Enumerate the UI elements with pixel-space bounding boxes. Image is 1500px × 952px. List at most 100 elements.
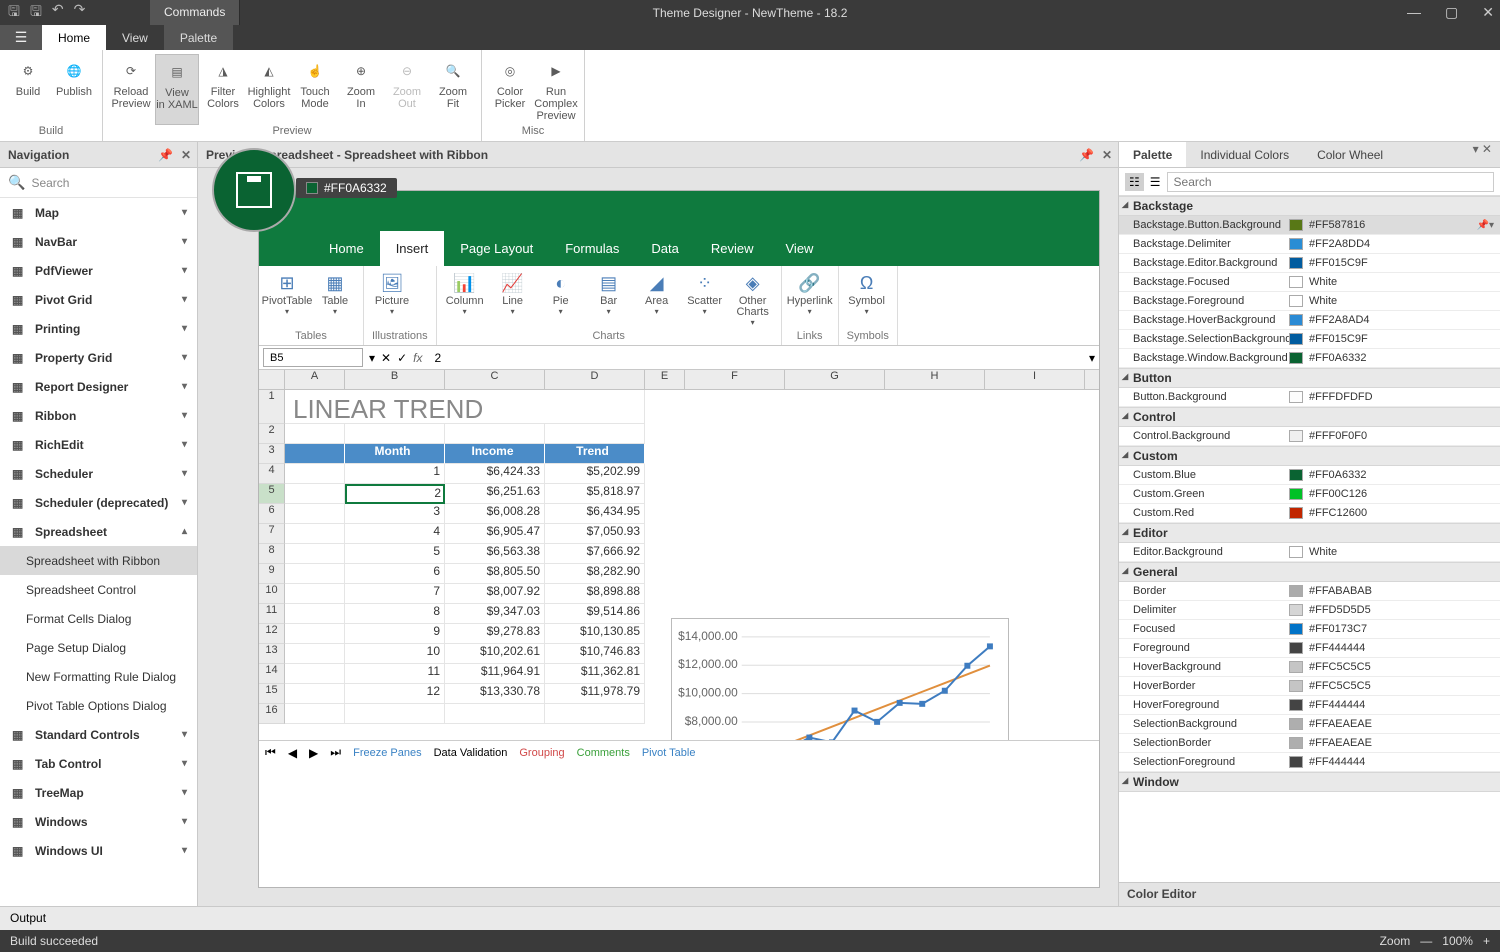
ribbon-zoom-in[interactable]: ⊕ZoomIn <box>339 54 383 125</box>
palette-search[interactable] <box>1167 172 1494 192</box>
sheet-ribbon-pivottable[interactable]: ⊞PivotTable▾ <box>267 270 307 330</box>
save-icon[interactable]: 🖫 <box>8 1 20 25</box>
sheet-tab-review[interactable]: Review <box>695 231 770 266</box>
col-head[interactable]: E <box>645 370 685 389</box>
nav-pivot-grid[interactable]: ▦Pivot Grid <box>0 285 197 314</box>
nav-standard-controls[interactable]: ▦Standard Controls <box>0 720 197 749</box>
nav-scheduler-deprecated-[interactable]: ▦Scheduler (deprecated) <box>0 488 197 517</box>
next-icon[interactable]: ▶ <box>309 746 318 760</box>
nav-spreadsheet-with-ribbon[interactable]: Spreadsheet with Ribbon <box>0 546 197 575</box>
ribbon-view-in-xaml[interactable]: ▤Viewin XAML <box>155 54 199 125</box>
sheet-tab-formulas[interactable]: Formulas <box>549 231 635 266</box>
prev-icon[interactable]: ◀ <box>288 746 297 760</box>
palette-row[interactable]: SelectionForeground#FF444444 <box>1119 753 1500 772</box>
nav-pivot-table-options-dialog[interactable]: Pivot Table Options Dialog <box>0 691 197 720</box>
col-head[interactable]: D <box>545 370 645 389</box>
sheet-ribbon-picture[interactable]: 🖼Picture▾ <box>372 270 412 330</box>
ribbon-zoom-fit[interactable]: 🔍ZoomFit <box>431 54 475 125</box>
sheet-tab-data[interactable]: Data <box>635 231 694 266</box>
nav-report-designer[interactable]: ▦Report Designer <box>0 372 197 401</box>
col-head[interactable]: H <box>885 370 985 389</box>
sheet-tab-view[interactable]: View <box>770 231 830 266</box>
ribbon-highlight-colors[interactable]: ◭HighlightColors <box>247 54 291 125</box>
ribbon-color-picker[interactable]: ◎ColorPicker <box>488 54 532 125</box>
ribbon-reload-preview[interactable]: ⟳ReloadPreview <box>109 54 153 125</box>
close-panel-icon[interactable]: ✕ <box>1102 148 1112 162</box>
sheet-ribbon-table[interactable]: ▦Table▾ <box>315 270 355 330</box>
nav-printing[interactable]: ▦Printing <box>0 314 197 343</box>
palette-row[interactable]: Backstage.HoverBackground#FF2A8AD4 <box>1119 311 1500 330</box>
close-icon[interactable]: ✕ <box>1482 4 1494 21</box>
palette-row[interactable]: HoverBorder#FFC5C5C5 <box>1119 677 1500 696</box>
color-editor-header[interactable]: Color Editor <box>1119 882 1500 906</box>
ribbon-zoom-out[interactable]: ⊖ZoomOut <box>385 54 429 125</box>
palette-tab[interactable]: Palette <box>1119 142 1186 167</box>
nav-pdfviewer[interactable]: ▦PdfViewer <box>0 256 197 285</box>
undo-icon[interactable]: ↶ <box>52 1 64 25</box>
palette-row[interactable]: Control.Background#FFF0F0F0 <box>1119 427 1500 446</box>
sheet-bottom-tab[interactable]: Freeze Panes <box>353 747 421 759</box>
sheet-bottom-tab[interactable]: Data Validation <box>434 747 508 759</box>
palette-row[interactable]: Editor.BackgroundWhite <box>1119 543 1500 562</box>
nav-spreadsheet[interactable]: ▦Spreadsheet <box>0 517 197 546</box>
nav-ribbon[interactable]: ▦Ribbon <box>0 401 197 430</box>
palette-row[interactable]: Border#FFABABAB <box>1119 582 1500 601</box>
ribbon-run-complex-preview[interactable]: ▶RunComplex Preview <box>534 54 578 125</box>
col-head[interactable]: G <box>785 370 885 389</box>
palette-row[interactable]: Backstage.Button.Background#FF587816📌▾ <box>1119 216 1500 235</box>
palette-group[interactable]: Button <box>1119 368 1500 388</box>
palette-tab[interactable]: Color Wheel <box>1303 142 1397 167</box>
output-tab[interactable]: Output <box>0 906 1500 930</box>
nav-tab-control[interactable]: ▦Tab Control <box>0 749 197 778</box>
sheet-ribbon-scatter[interactable]: ⁘Scatter▾ <box>685 270 725 330</box>
palette-row[interactable]: Backstage.FocusedWhite <box>1119 273 1500 292</box>
col-head[interactable]: C <box>445 370 545 389</box>
palette-row[interactable]: Backstage.ForegroundWhite <box>1119 292 1500 311</box>
sheet-bottom-tab[interactable]: Comments <box>577 747 630 759</box>
sheet-ribbon-bar[interactable]: ▤Bar▾ <box>589 270 629 330</box>
ribbon-filter-colors[interactable]: ◮FilterColors <box>201 54 245 125</box>
sheet-ribbon-area[interactable]: ◢Area▾ <box>637 270 677 330</box>
close-panel-icon[interactable]: ✕ <box>181 148 191 162</box>
ribbon-build[interactable]: ⚙Build <box>6 54 50 125</box>
zoom-out-icon[interactable]: — <box>1420 934 1432 948</box>
nav-windows-ui[interactable]: ▦Windows UI <box>0 836 197 865</box>
nav-treemap[interactable]: ▦TreeMap <box>0 778 197 807</box>
first-icon[interactable]: ⏮ <box>265 745 276 760</box>
nav-richedit[interactable]: ▦RichEdit <box>0 430 197 459</box>
palette-tab[interactable]: Individual Colors <box>1186 142 1303 167</box>
dropdown-icon[interactable]: ▾ ✕ <box>1465 142 1500 167</box>
palette-group[interactable]: Control <box>1119 407 1500 427</box>
redo-icon[interactable]: ↷ <box>74 1 86 25</box>
tab-view[interactable]: View <box>106 25 164 50</box>
palette-row[interactable]: Backstage.Delimiter#FF2A8DD4 <box>1119 235 1500 254</box>
sheet-tab-home[interactable]: Home <box>313 231 380 266</box>
chart[interactable]: $0.00$2,000.00$4,000.00$6,000.00$8,000.0… <box>671 618 1009 740</box>
nav-windows[interactable]: ▦Windows <box>0 807 197 836</box>
col-head[interactable]: A <box>285 370 345 389</box>
col-head[interactable]: F <box>685 370 785 389</box>
palette-group[interactable]: General <box>1119 562 1500 582</box>
palette-group[interactable]: Editor <box>1119 523 1500 543</box>
color-picker-lens[interactable] <box>212 148 296 232</box>
hamburger-icon[interactable]: ☰ <box>0 25 42 50</box>
sheet-ribbon-symbol[interactable]: ΩSymbol▾ <box>847 270 887 330</box>
nav-format-cells-dialog[interactable]: Format Cells Dialog <box>0 604 197 633</box>
ribbon-publish[interactable]: 🌐Publish <box>52 54 96 125</box>
fx-icon[interactable]: fx <box>413 351 422 365</box>
palette-row[interactable]: Custom.Blue#FF0A6332 <box>1119 466 1500 485</box>
palette-row[interactable]: Delimiter#FFD5D5D5 <box>1119 601 1500 620</box>
palette-row[interactable]: Custom.Green#FF00C126 <box>1119 485 1500 504</box>
nav-map[interactable]: ▦Map <box>0 198 197 227</box>
save-all-icon[interactable]: 🖫 <box>30 1 42 25</box>
zoom-in-icon[interactable]: + <box>1483 934 1490 948</box>
nav-scheduler[interactable]: ▦Scheduler <box>0 459 197 488</box>
nav-spreadsheet-control[interactable]: Spreadsheet Control <box>0 575 197 604</box>
sheet-bottom-tab[interactable]: Grouping <box>519 747 564 759</box>
col-head[interactable]: I <box>985 370 1085 389</box>
nav-property-grid[interactable]: ▦Property Grid <box>0 343 197 372</box>
col-head[interactable] <box>259 370 285 389</box>
formula-bar[interactable]: ▾ ✕✓ fx 2 ▾ <box>259 346 1099 370</box>
palette-row[interactable]: Foreground#FF444444 <box>1119 639 1500 658</box>
nav-page-setup-dialog[interactable]: Page Setup Dialog <box>0 633 197 662</box>
